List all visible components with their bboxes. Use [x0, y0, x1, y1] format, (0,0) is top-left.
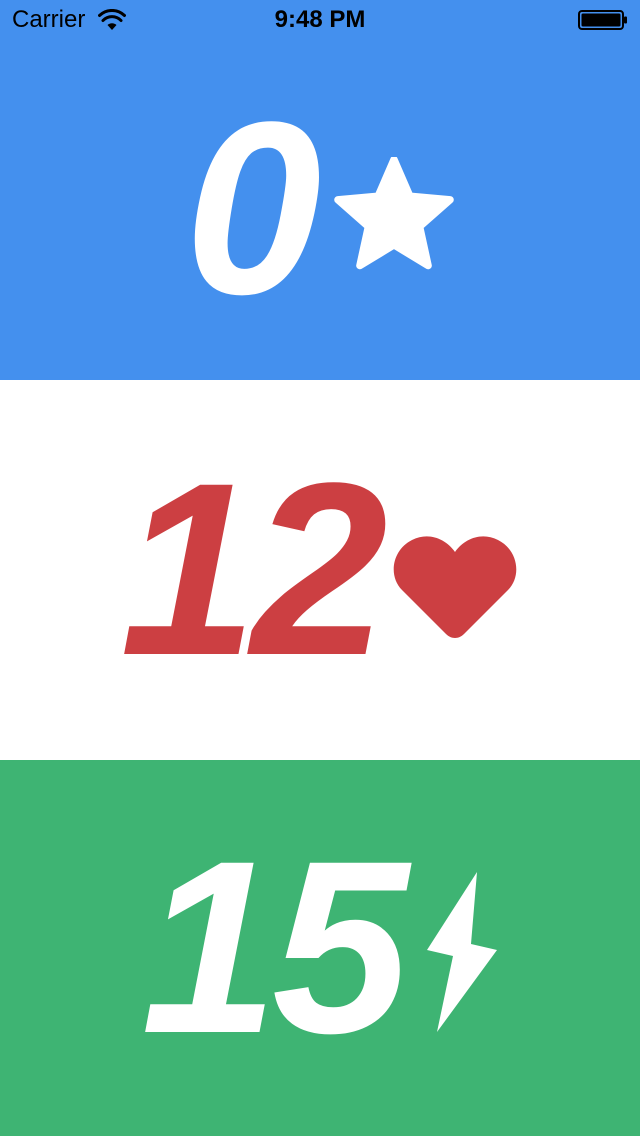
hearts-counter-panel[interactable]: 12 [0, 380, 640, 760]
stars-count: 0 [184, 71, 322, 346]
star-icon [334, 157, 455, 270]
energy-counter-panel[interactable]: 15 [0, 760, 640, 1136]
stars-counter-panel[interactable]: 0 [0, 0, 640, 380]
energy-count: 15 [141, 810, 409, 1085]
status-bar: Carrier 9:48 PM [0, 0, 640, 40]
app-screen: Carrier 9:48 PM 0 12 15 [0, 0, 640, 1136]
battery-icon [578, 10, 627, 30]
lightning-bolt-icon [426, 872, 497, 1032]
clock-time: 9:48 PM [274, 6, 366, 33]
hearts-count: 12 [120, 432, 388, 707]
heart-icon [393, 535, 517, 638]
